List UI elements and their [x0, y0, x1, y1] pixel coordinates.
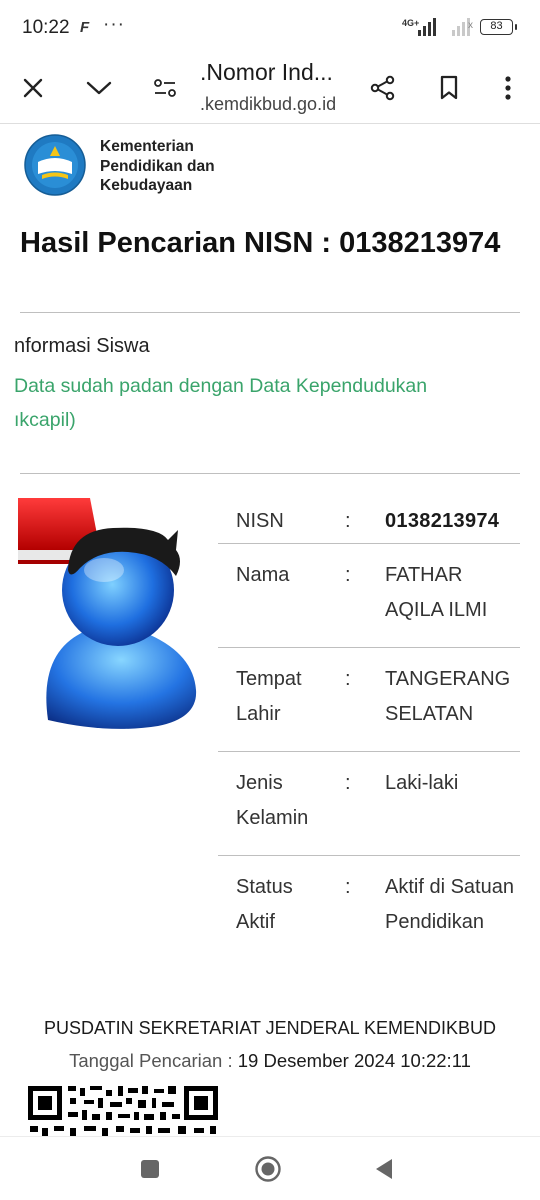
row-label: Jenis Kelamin — [236, 772, 309, 829]
info-section-title: nformasi Siswa — [14, 335, 150, 357]
row-colon: : — [345, 510, 351, 532]
row-nisn: NISN : 0138213974 — [218, 490, 520, 544]
notification-app-icon: F — [80, 19, 90, 36]
signal-strength-icon — [418, 16, 448, 36]
back-icon[interactable] — [366, 1151, 402, 1187]
system-nav-bar — [0, 1136, 540, 1200]
page-settings-icon[interactable] — [145, 68, 185, 108]
search-date-label: Tanggal Pencarian : — [69, 1050, 233, 1071]
row-jenis-kelamin: Jenis Kelamin : Laki-laki — [218, 752, 520, 856]
bookmark-icon[interactable] — [429, 68, 469, 108]
ministry-line3: Kebudayaan — [100, 177, 193, 194]
footer-org: PUSDATIN SEKRETARIAT JENDERAL KEMENDIKBU… — [43, 1018, 497, 1038]
row-colon: : — [345, 772, 351, 794]
row-label: Status Aktif — [236, 876, 293, 933]
birthplace-value: TANGERANG SELATAN — [385, 668, 511, 725]
name-value: FATHAR AQILA ILMI — [385, 564, 488, 621]
row-colon: : — [345, 564, 351, 586]
url-bar[interactable]: .kemdikbud.go.id — [200, 94, 336, 115]
row-label: NISN — [236, 510, 284, 532]
ministry-line2: Pendidikan dan — [100, 157, 215, 175]
row-colon: : — [345, 876, 351, 898]
ministry-line1: Kementerian — [100, 138, 194, 155]
row-tempat-lahir: Tempat Lahir : TANGERANG SELATAN — [218, 648, 520, 752]
student-avatar-icon — [18, 490, 208, 740]
share-icon[interactable] — [363, 68, 403, 108]
signal-strength-2-icon — [452, 16, 478, 36]
battery-level: 83 — [490, 20, 503, 32]
search-result-title: Hasil Pencarian NISN : 0138213974 — [20, 227, 501, 259]
info-validation-note: Data sudah padan dengan Data Kependuduka… — [14, 375, 428, 431]
status-bar: 10:22 F ··· 4G+ x 83 — [0, 0, 540, 56]
close-icon[interactable] — [13, 68, 53, 108]
page-title-tab[interactable]: .Nomor Ind... — [200, 59, 333, 86]
recent-apps-icon[interactable] — [132, 1151, 168, 1187]
no-signal-x-icon: x — [468, 20, 473, 31]
row-label: Nama — [236, 564, 290, 586]
divider — [20, 312, 520, 313]
browser-toolbar: .Nomor Ind... .kemdikbud.go.id — [0, 56, 540, 124]
battery-icon: 83 — [480, 19, 513, 35]
qr-code-icon — [28, 1086, 218, 1136]
battery-tip-icon — [515, 24, 517, 30]
home-icon[interactable] — [250, 1151, 286, 1187]
divider — [20, 473, 520, 474]
chevron-down-icon[interactable] — [79, 68, 119, 108]
search-date-value: 19 Desember 2024 10:22:11 — [237, 1050, 471, 1071]
row-label: Tempat Lahir — [236, 668, 302, 725]
row-status-aktif: Status Aktif : Aktif di Satuan Pendidika… — [218, 856, 520, 986]
more-vert-icon[interactable] — [488, 68, 528, 108]
ministry-name: Kementerian Pendidikan dan Kebudayaan — [100, 137, 300, 196]
gender-value: Laki-laki — [385, 772, 459, 794]
kemendikbud-logo — [24, 134, 86, 196]
more-notifications-icon: ··· — [103, 14, 125, 35]
nisn-value: 0138213974 — [385, 510, 500, 532]
row-nama: Nama : FATHAR AQILA ILMI — [218, 544, 520, 648]
status-value: Aktif di Satuan Pendidikan — [385, 876, 514, 933]
row-colon: : — [345, 668, 351, 690]
footer-search-date: Tanggal Pencarian : 19 Desember 2024 10:… — [0, 1050, 540, 1072]
status-time: 10:22 — [22, 17, 70, 38]
network-type-label: 4G+ — [402, 18, 420, 28]
